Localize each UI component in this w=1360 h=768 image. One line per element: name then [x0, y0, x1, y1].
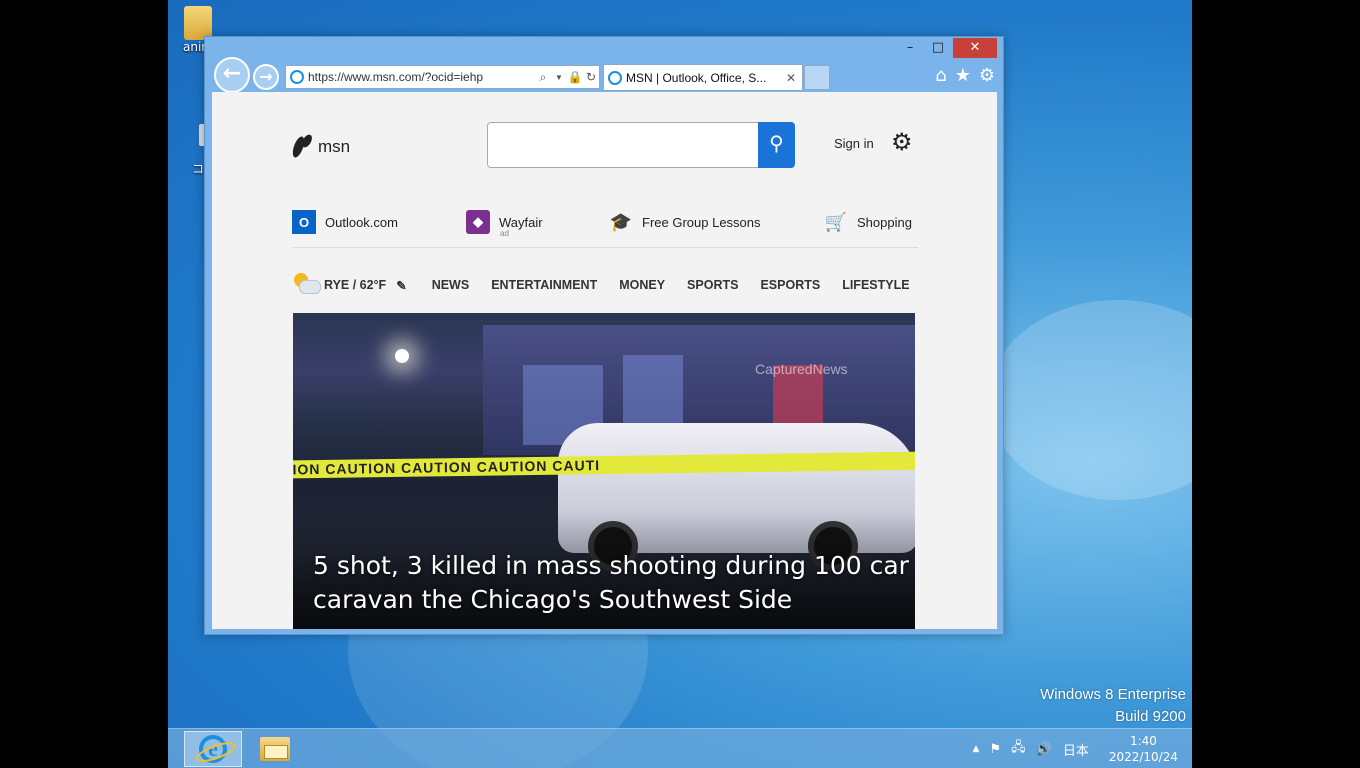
- taskbar: e ▲ ⚑ 🖧 🔊 日本 1:40 2022/10/24: [168, 728, 1192, 768]
- msn-butterfly-icon: [292, 134, 314, 160]
- home-icon[interactable]: ⌂: [935, 65, 946, 86]
- input-language[interactable]: 日本: [1063, 740, 1089, 759]
- network-icon[interactable]: 🖧: [1011, 738, 1026, 760]
- divider: [292, 247, 918, 248]
- maximize-button[interactable]: □: [925, 38, 951, 58]
- search-icon[interactable]: ⌕: [535, 70, 551, 85]
- clock-date: 2022/10/24: [1108, 750, 1178, 764]
- action-center-flag-icon[interactable]: ⚑: [989, 742, 1001, 757]
- taskbar-ie-button[interactable]: e: [184, 731, 242, 767]
- ie-window: – □ ✕ ← → https://www.msn.com/?ocid=iehp…: [204, 36, 1004, 635]
- tab-title: MSN | Outlook, Office, S...: [626, 70, 767, 85]
- address-url[interactable]: https://www.msn.com/?ocid=iehp: [304, 70, 535, 84]
- msn-page: msn ⚲ Sign in ⚙ O Outlook.com ◆ Wayfair …: [212, 92, 997, 629]
- show-hidden-icon[interactable]: ▲: [973, 744, 980, 754]
- screen: anim コン Windows 8 Enterprise Build 9200 …: [0, 0, 1360, 768]
- close-button[interactable]: ✕: [953, 38, 997, 58]
- search-input[interactable]: [487, 122, 759, 168]
- watermark-build: Build 9200: [1115, 708, 1186, 725]
- taskbar-explorer-button[interactable]: [246, 731, 304, 767]
- wayfair-icon: ◆: [466, 210, 490, 234]
- nav-lifestyle[interactable]: LIFESTYLE: [842, 278, 909, 292]
- tab-close-icon[interactable]: ✕: [786, 71, 802, 85]
- quicklink-label: Wayfair: [499, 214, 543, 230]
- internet-explorer-icon: e: [199, 735, 227, 763]
- sign-in-link[interactable]: Sign in: [834, 136, 874, 151]
- quicklink-wayfair[interactable]: ◆ Wayfair ad: [466, 210, 543, 238]
- dropdown-arrow-icon[interactable]: ▼: [551, 73, 567, 82]
- windows-watermark: Windows 8 Enterprise Build 9200: [1040, 684, 1186, 728]
- tab-msn[interactable]: MSN | Outlook, Office, S... ✕: [603, 64, 803, 91]
- quicklink-shopping[interactable]: 🛒 Shopping: [824, 210, 912, 234]
- ad-label: ad: [500, 229, 509, 238]
- edit-pencil-icon[interactable]: ✎: [396, 278, 406, 293]
- hero-story[interactable]: TION CAUTION CAUTION CAUTION CAUTI Captu…: [293, 313, 915, 629]
- folder-icon: [184, 6, 212, 40]
- watermark-edition: Windows 8 Enterprise: [1040, 686, 1186, 703]
- volume-icon[interactable]: 🔊: [1036, 742, 1052, 757]
- favorites-icon[interactable]: ★: [955, 65, 971, 86]
- browser-toolbar: ⌂ ★ ⚙: [935, 65, 995, 86]
- weather-widget[interactable]: RYE / 62°F ✎: [292, 271, 407, 299]
- settings-gear-icon[interactable]: ⚙: [891, 128, 913, 157]
- site-favicon-icon: [290, 70, 304, 84]
- tools-icon[interactable]: ⚙: [979, 65, 995, 86]
- wallpaper-streak: [988, 300, 1192, 500]
- nav-sports[interactable]: SPORTS: [687, 278, 738, 292]
- file-explorer-icon: [260, 737, 290, 761]
- hero-image-watermark: CapturedNews: [755, 361, 848, 377]
- nav-esports[interactable]: ESPORTS: [760, 278, 820, 292]
- quicklink-free-group-lessons[interactable]: 🎓 Free Group Lessons: [609, 210, 761, 234]
- nav-entertainment[interactable]: ENTERTAINMENT: [491, 278, 597, 292]
- nav-news[interactable]: NEWS: [432, 278, 470, 292]
- msn-logo[interactable]: msn: [292, 134, 350, 160]
- quicklink-outlook[interactable]: O Outlook.com: [292, 210, 398, 234]
- outlook-icon: O: [292, 210, 316, 234]
- quicklink-label: Free Group Lessons: [642, 214, 761, 230]
- system-tray: ▲ ⚑ 🖧 🔊 日本 1:40 2022/10/24: [968, 729, 1192, 768]
- weather-text: RYE / 62°F: [324, 278, 387, 292]
- clock[interactable]: 1:40 2022/10/24: [1109, 733, 1178, 765]
- back-button[interactable]: ←: [214, 57, 250, 93]
- quicklink-label: Outlook.com: [325, 214, 398, 230]
- hero-image-streetlight: [395, 349, 409, 363]
- nav-money[interactable]: MONEY: [619, 278, 665, 292]
- quicklink-label: Shopping: [857, 214, 912, 230]
- address-bar[interactable]: https://www.msn.com/?ocid=iehp ⌕ ▼ 🔒 ↻: [285, 65, 600, 89]
- clock-time: 1:40: [1129, 734, 1157, 748]
- refresh-icon[interactable]: ↻: [583, 70, 599, 84]
- search-button[interactable]: ⚲: [758, 122, 795, 168]
- weather-rain-sun-icon: [292, 271, 321, 299]
- minimize-button[interactable]: –: [897, 38, 923, 58]
- category-nav: RYE / 62°F ✎ NEWS ENTERTAINMENT MONEY SP…: [292, 270, 919, 300]
- search-icon: ⚲: [769, 133, 784, 155]
- shopping-cart-icon: 🛒: [824, 211, 848, 232]
- lock-icon[interactable]: 🔒: [567, 70, 583, 84]
- graduation-cap-icon: 🎓: [609, 211, 633, 232]
- hero-headline[interactable]: 5 shot, 3 killed in mass shooting during…: [313, 549, 913, 617]
- tab-favicon-icon: [608, 70, 622, 85]
- msn-logo-text: msn: [318, 137, 351, 156]
- forward-button[interactable]: →: [253, 64, 279, 90]
- new-tab-button[interactable]: [804, 65, 830, 90]
